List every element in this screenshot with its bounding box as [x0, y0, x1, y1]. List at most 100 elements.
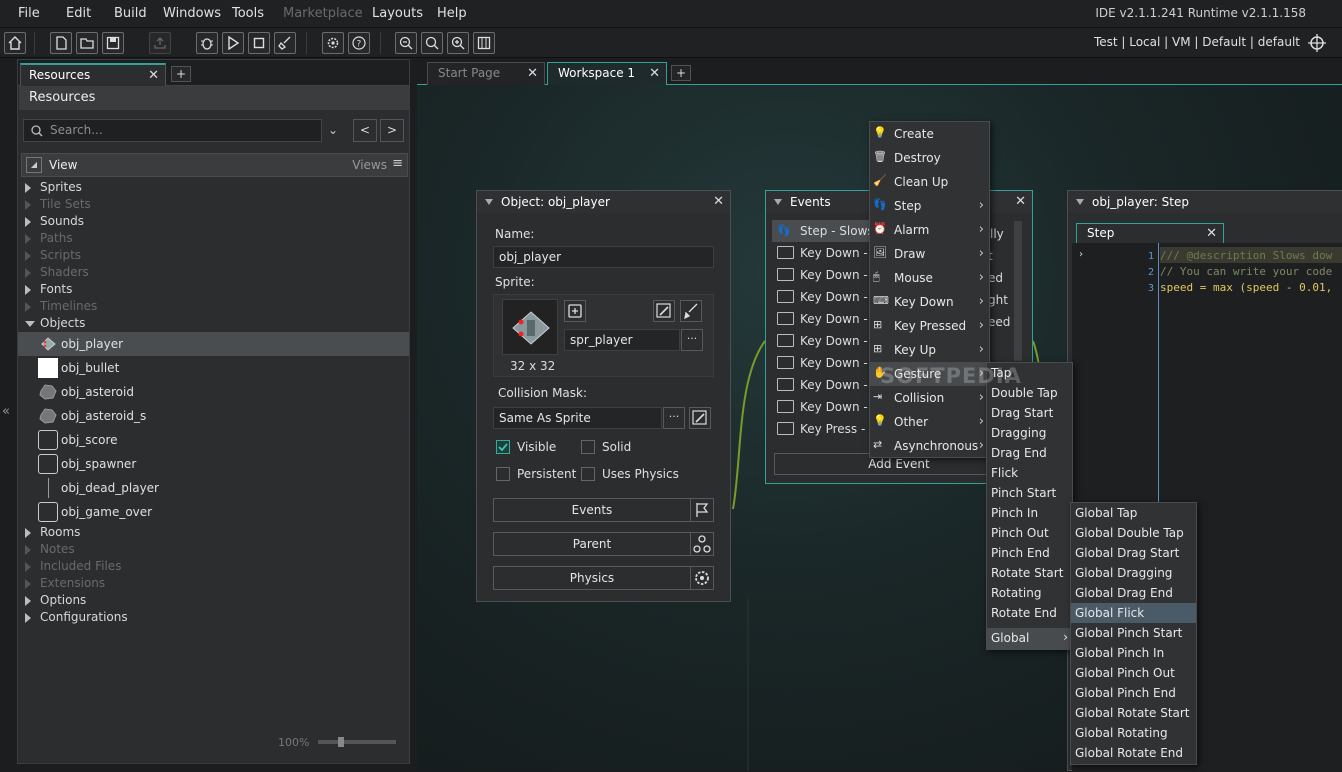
global-gesture-menu-item[interactable]: Global Pinch Start	[1071, 623, 1196, 643]
sprite-preview[interactable]	[502, 299, 558, 355]
collapse-icon[interactable]	[1076, 199, 1084, 205]
close-icon[interactable]: ✕	[1206, 226, 1217, 241]
solid-checkbox[interactable]	[581, 440, 595, 454]
target-selector[interactable]: Test | Local | VM | Default | default	[1094, 35, 1300, 49]
event-menu-item[interactable]: 👣 Step ›	[870, 194, 989, 218]
search-input[interactable]: Search...	[23, 119, 322, 142]
gesture-menu-item[interactable]: Pinch In	[987, 503, 1072, 523]
menu-edit[interactable]: Edit	[66, 6, 91, 21]
close-icon[interactable]: ✕	[148, 68, 159, 83]
tree-configurations[interactable]: Configurations	[18, 610, 409, 627]
event-menu-item[interactable]: 🖱 Mouse ›	[870, 266, 989, 290]
tab-step[interactable]: Step ✕	[1076, 223, 1224, 243]
tab-resources[interactable]: Resources ✕	[20, 63, 166, 86]
code-editor-header[interactable]: obj_player: Step	[1068, 191, 1342, 213]
close-icon[interactable]: ✕	[713, 194, 724, 209]
preferences-button[interactable]	[322, 32, 344, 54]
gesture-menu-item[interactable]: Rotating	[987, 583, 1072, 603]
tree-sprites[interactable]: Sprites	[18, 180, 409, 197]
global-gesture-menu-item[interactable]: Global Rotate End	[1071, 743, 1196, 763]
object-editor-header[interactable]: Object: obj_player ✕	[477, 191, 730, 213]
event-menu-item[interactable]: ⇄ Asynchronous ›	[870, 434, 989, 458]
sprite-field[interactable]: spr_player	[564, 329, 680, 351]
global-gesture-menu-item[interactable]: Global Pinch Out	[1071, 663, 1196, 683]
event-menu-item[interactable]: 🧹 Clean Up	[870, 170, 989, 194]
debug-button[interactable]	[196, 32, 218, 54]
event-menu-item[interactable]: ⊞ Key Pressed ›	[870, 314, 989, 338]
parent-icon-button[interactable]	[690, 532, 714, 556]
zoom-slider[interactable]	[318, 740, 396, 744]
collision-mask-field[interactable]: Same As Sprite	[493, 407, 662, 429]
events-icon-button[interactable]	[690, 498, 714, 522]
physics-icon-button[interactable]	[690, 566, 714, 590]
persistent-checkbox[interactable]	[496, 467, 510, 481]
edit-sprite-button[interactable]	[653, 300, 675, 322]
tree-included-files[interactable]: Included Files	[18, 559, 409, 576]
event-menu-item[interactable]: ⇥ Collision ›	[870, 386, 989, 410]
global-gesture-menu-item[interactable]: Global Drag End	[1071, 583, 1196, 603]
paint-sprite-button[interactable]	[680, 300, 702, 322]
sprite-browse-button[interactable]: ···	[681, 329, 703, 351]
zoom-reset-button[interactable]	[421, 32, 443, 54]
event-menu-item[interactable]: 🖼 Draw ›	[870, 242, 989, 266]
hamburger-icon[interactable]: ≡	[392, 156, 403, 171]
global-gesture-menu-item[interactable]: Global Pinch In	[1071, 643, 1196, 663]
tree-objects[interactable]: Objects	[18, 316, 409, 333]
global-gesture-menu-item[interactable]: Global Pinch End	[1071, 683, 1196, 703]
gesture-menu-item[interactable]: Dragging	[987, 423, 1072, 443]
tree-tilesets[interactable]: Tile Sets	[18, 197, 409, 214]
list-item-obj-game-over[interactable]: obj_game_over	[18, 500, 409, 524]
clean-button[interactable]	[274, 32, 296, 54]
help-button[interactable]: ?	[348, 32, 370, 54]
tree-extensions[interactable]: Extensions	[18, 576, 409, 593]
zoom-in-button[interactable]	[447, 32, 469, 54]
stop-button[interactable]	[248, 32, 270, 54]
global-gesture-menu-item[interactable]: Global Rotate Start	[1071, 703, 1196, 723]
visible-checkbox[interactable]	[496, 440, 510, 454]
gesture-menu-item[interactable]: Pinch Out	[987, 523, 1072, 543]
new-project-button[interactable]	[50, 32, 72, 54]
gesture-menu-item[interactable]: Drag Start	[987, 403, 1072, 423]
event-menu-item[interactable]: ⊞ Key Up ›	[870, 338, 989, 362]
physics-button[interactable]: Physics	[493, 566, 691, 590]
list-item-obj-player[interactable]: obj_player	[18, 332, 409, 356]
global-gesture-menu-item[interactable]: Global Double Tap	[1071, 523, 1196, 543]
event-menu-item[interactable]: ⏰ Alarm ›	[870, 218, 989, 242]
event-menu-item[interactable]: 💡 Other ›	[870, 410, 989, 434]
new-sprite-button[interactable]	[564, 300, 586, 322]
event-menu-item[interactable]: 🗑 Destroy	[870, 146, 989, 170]
views-label[interactable]: Views	[352, 158, 387, 172]
close-icon[interactable]: ✕	[1015, 194, 1026, 209]
home-button[interactable]	[4, 32, 26, 54]
menu-windows[interactable]: Windows	[163, 6, 221, 21]
window-layout-button[interactable]	[473, 32, 495, 54]
list-item-obj-dead-player[interactable]: obj_dead_player	[18, 476, 409, 500]
name-field[interactable]: obj_player	[493, 246, 714, 268]
tree-paths[interactable]: Paths	[18, 231, 409, 248]
gesture-menu-item[interactable]: Rotate Start	[987, 563, 1072, 583]
menu-file[interactable]: File	[18, 6, 40, 21]
parent-button[interactable]: Parent	[493, 532, 691, 556]
global-gesture-menu-item[interactable]: Global Dragging	[1071, 563, 1196, 583]
add-tab-button[interactable]: +	[171, 66, 191, 82]
chevron-down-icon[interactable]: ⌄	[328, 123, 338, 137]
list-item-obj-spawner[interactable]: obj_spawner	[18, 452, 409, 476]
crosshair-icon[interactable]	[1306, 32, 1328, 54]
collapse-icon[interactable]	[774, 199, 782, 205]
list-item-obj-bullet[interactable]: obj_bullet	[18, 356, 409, 380]
run-button[interactable]	[222, 32, 244, 54]
list-item-obj-asteroid-s[interactable]: obj_asteroid_s	[18, 404, 409, 428]
zoom-slider-handle[interactable]	[338, 737, 344, 747]
gesture-menu-item[interactable]: Global ›	[987, 628, 1072, 650]
event-menu-item[interactable]: 💡 Create	[870, 122, 989, 146]
collapse-icon[interactable]	[485, 199, 493, 205]
gesture-menu-item[interactable]: Pinch End	[987, 543, 1072, 563]
tree-rooms[interactable]: Rooms	[18, 525, 409, 542]
edit-mask-button[interactable]	[689, 407, 711, 429]
prev-button[interactable]: <	[353, 119, 377, 142]
menu-tools[interactable]: Tools	[232, 6, 264, 21]
tree-notes[interactable]: Notes	[18, 542, 409, 559]
gesture-menu-item[interactable]: Flick	[987, 463, 1072, 483]
menu-build[interactable]: Build	[114, 6, 147, 21]
gesture-menu-item[interactable]: Drag End	[987, 443, 1072, 463]
